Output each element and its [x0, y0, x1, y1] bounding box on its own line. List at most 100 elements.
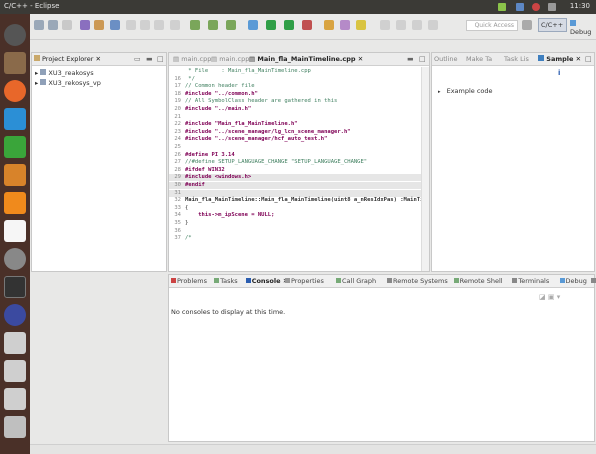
drive-icon[interactable]	[4, 332, 26, 354]
eclipse-icon[interactable]	[4, 304, 26, 326]
line-number: 31	[174, 189, 181, 196]
external-tools-icon[interactable]	[302, 20, 312, 30]
code-line: 32 Main_fla_MainTimeline::Main_fla_MainTi…	[169, 197, 421, 204]
pin-icon[interactable]: ◪	[539, 293, 546, 301]
network-icon[interactable]	[532, 3, 540, 11]
step-icon[interactable]	[140, 20, 150, 30]
volume-icon[interactable]	[548, 3, 556, 11]
software-center-icon[interactable]	[4, 192, 26, 214]
code-text: #include <windows.h>	[185, 174, 252, 181]
terminal-icon[interactable]	[4, 276, 26, 298]
files-icon[interactable]	[4, 52, 26, 74]
editor-tab[interactable]: ▤ main.cpp	[173, 55, 211, 63]
new-class-icon[interactable]	[190, 20, 200, 30]
clock: 11:30	[569, 2, 590, 10]
nav-icon[interactable]	[428, 20, 438, 30]
trash-icon[interactable]	[4, 416, 26, 438]
perspective-cpp-button[interactable]: C/C++	[538, 18, 567, 32]
hammer-icon[interactable]	[94, 20, 104, 30]
impress-icon[interactable]	[4, 164, 26, 186]
annotation-icon[interactable]	[356, 20, 366, 30]
sample-tab[interactable]: Sample ✕	[538, 55, 581, 63]
line-number: 16	[174, 75, 181, 82]
editor-tab[interactable]: ▤ main.cpp	[211, 55, 249, 63]
console-tab[interactable]: Tasks	[214, 277, 238, 285]
step-icon[interactable]	[154, 20, 164, 30]
mail-icon[interactable]	[516, 3, 524, 11]
minimize-icon[interactable]: ▬	[407, 55, 414, 63]
maximize-icon[interactable]: □	[419, 55, 426, 63]
new-file-icon[interactable]	[208, 20, 218, 30]
run-icon[interactable]	[266, 20, 276, 30]
perspective-debug-label: Debug	[570, 28, 592, 36]
perspective-debug-button[interactable]: Debug	[570, 20, 596, 36]
editor-tab-label: main.cpp	[219, 55, 250, 63]
outline-item[interactable]: ▸ Example code	[438, 87, 493, 95]
project-explorer-tab[interactable]: Project Explorer ✕	[34, 55, 101, 63]
maximize-icon[interactable]: □	[157, 55, 164, 63]
print-icon[interactable]	[62, 20, 72, 30]
project-icon	[40, 79, 47, 85]
step-icon[interactable]	[126, 20, 136, 30]
amazon-icon[interactable]	[4, 220, 26, 242]
outline-tab[interactable]: Outline	[434, 55, 458, 63]
project-explorer-panel: Project Explorer ✕ ▭ ▬ □ ▸ XU3_reakosys …	[31, 52, 167, 272]
drive-icon[interactable]	[4, 360, 26, 382]
display-console-icon[interactable]: ▣	[548, 293, 555, 301]
editor-scrollbar[interactable]	[421, 67, 429, 271]
outline-item-label: Example code	[446, 87, 493, 95]
tree-item[interactable]: ▸ XU3_rekosys_vp	[35, 79, 101, 87]
save-icon[interactable]	[48, 20, 58, 30]
make-target-tab[interactable]: Make Ta	[466, 55, 492, 63]
new-folder-icon[interactable]	[226, 20, 236, 30]
console-tab[interactable]: Debug	[559, 277, 587, 285]
minimize-icon[interactable]: ▬	[146, 55, 153, 63]
maximize-icon[interactable]: □	[585, 55, 592, 63]
search-icon[interactable]	[340, 20, 350, 30]
debug-run-icon[interactable]	[248, 20, 258, 30]
nav-forward-icon[interactable]	[396, 20, 406, 30]
console-tab[interactable]: Terminals	[512, 277, 549, 285]
tab-label: Remote Shell	[459, 277, 503, 285]
console-tabbar: Problems Tasks Console ✕ Properties Call Gra…	[169, 275, 596, 288]
writer-icon[interactable]	[4, 108, 26, 130]
settings-icon[interactable]	[4, 248, 26, 270]
line-number: 24	[174, 136, 181, 143]
open-perspective-icon[interactable]	[522, 20, 532, 30]
line-number: 18	[174, 90, 181, 97]
line-number: 28	[174, 166, 181, 173]
task-list-tab[interactable]: Task Lis	[504, 55, 529, 63]
editor-tab-active[interactable]: ▤ Main_fla_MainTimeline.cpp ✕	[249, 55, 363, 63]
indicator-icon[interactable]	[498, 3, 506, 11]
nav-back-icon[interactable]	[380, 20, 390, 30]
step-icon[interactable]	[170, 20, 180, 30]
tree-item[interactable]: ▸ XU3_reakosys	[35, 69, 94, 77]
console-tab[interactable]: Remote Systems	[387, 277, 448, 285]
console-tab[interactable]: Call Graph	[336, 277, 376, 285]
console-tab[interactable]: Remote Shell	[453, 277, 503, 285]
console-tab[interactable]: Problems	[171, 277, 207, 285]
info-icon[interactable]: i	[558, 69, 560, 77]
quick-access-input[interactable]: Quick Access	[466, 20, 518, 31]
nav-icon[interactable]	[412, 20, 422, 30]
debug-icon[interactable]	[110, 20, 120, 30]
console-tab[interactable]: Progress	[591, 277, 596, 285]
collapse-all-icon[interactable]: ▭	[134, 55, 141, 63]
new-console-icon[interactable]: ▾	[557, 293, 561, 301]
drive-icon[interactable]	[4, 388, 26, 410]
tab-label: Problems	[177, 277, 207, 285]
calc-icon[interactable]	[4, 136, 26, 158]
code-area[interactable]: * File : Main_fla_MainTimeline.cpp 16 */1…	[169, 68, 421, 268]
console-tab[interactable]: Properties	[285, 277, 324, 285]
console-tab[interactable]: Console ✕	[245, 277, 288, 285]
dash-icon[interactable]	[4, 24, 26, 46]
tab-icon	[336, 278, 341, 283]
run-config-icon[interactable]	[284, 20, 294, 30]
open-type-icon[interactable]	[324, 20, 334, 30]
code-text: #define PI 3.14	[185, 151, 235, 158]
build-icon[interactable]	[80, 20, 90, 30]
code-text: */	[185, 75, 195, 82]
firefox-icon[interactable]	[4, 80, 26, 102]
line-number: 17	[174, 83, 181, 90]
new-icon[interactable]	[34, 20, 44, 30]
